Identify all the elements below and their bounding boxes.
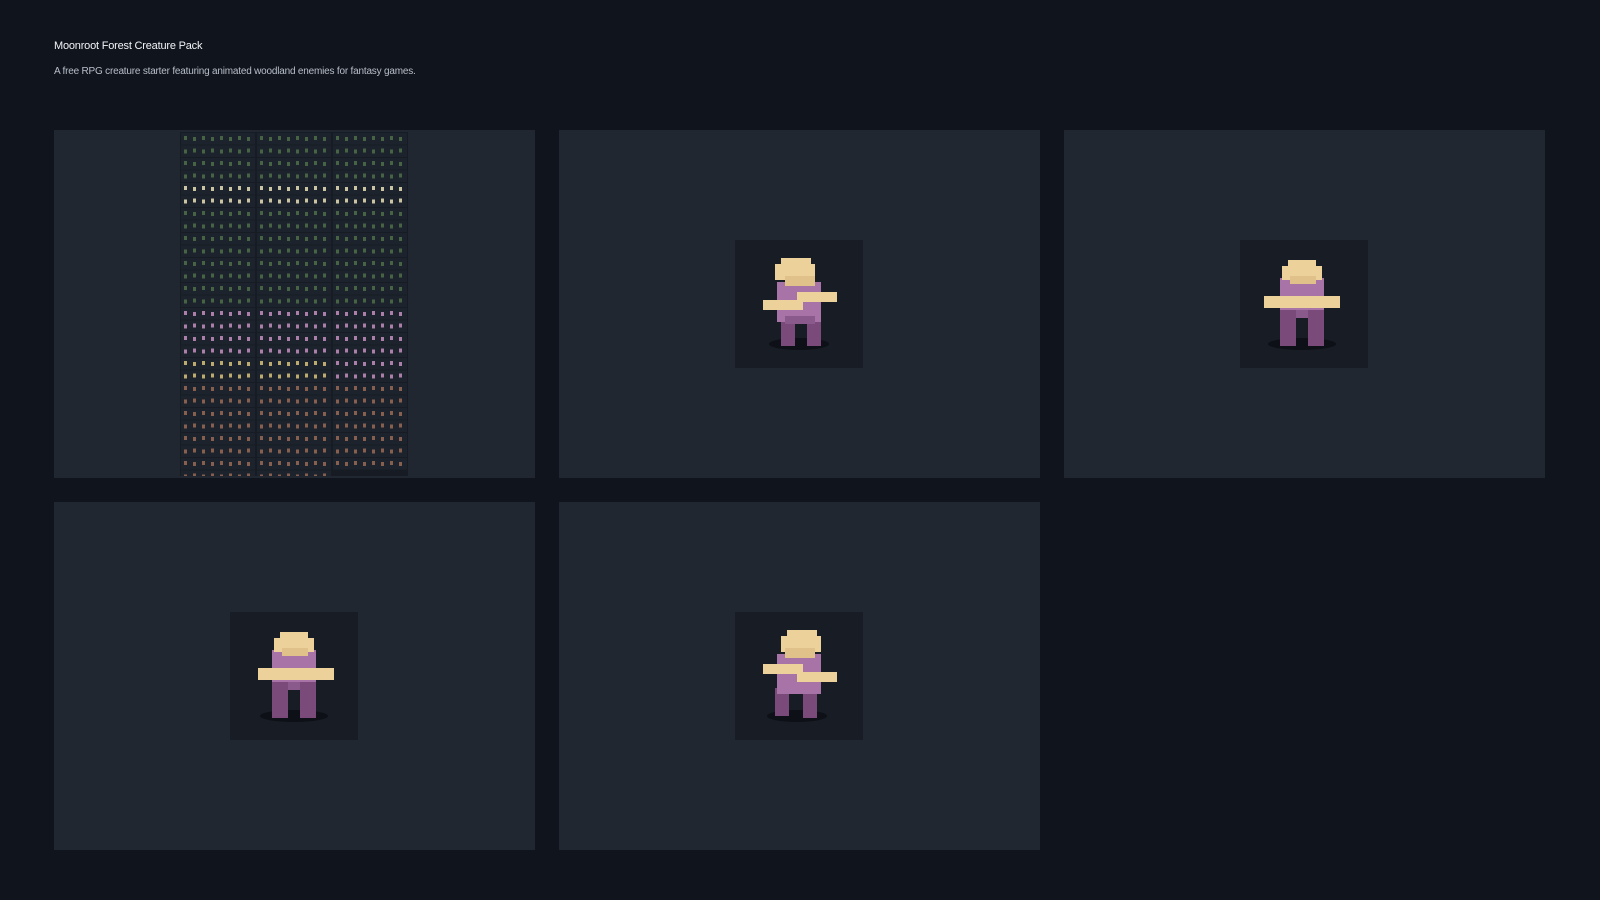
gallery-item-sprite[interactable]: [1064, 130, 1545, 478]
sprite-sheet-preview: [180, 132, 408, 476]
page-subtitle: A free RPG creature starter featuring an…: [54, 66, 416, 77]
sprite-preview: [735, 240, 863, 368]
gallery-item-sprite[interactable]: [54, 502, 535, 850]
page-title: Moonroot Forest Creature Pack: [54, 40, 203, 52]
gallery-item-sprite-sheet[interactable]: [54, 130, 535, 478]
sprite-preview: [1240, 240, 1368, 368]
sprite-preview: [735, 612, 863, 740]
creature-walk-left-icon: [763, 630, 837, 722]
gallery-item-sprite[interactable]: [559, 130, 1040, 478]
creature-idle-front-icon: [1264, 260, 1340, 350]
sprite-preview: [230, 612, 358, 740]
gallery-item-sprite[interactable]: [559, 502, 1040, 850]
page-header: Moonroot Forest Creature Pack A free RPG…: [54, 40, 416, 77]
creature-walk-right-icon: [763, 258, 837, 350]
creature-idle-front-icon: [258, 632, 334, 722]
sprite-sheet-grid-icon: [181, 133, 407, 476]
